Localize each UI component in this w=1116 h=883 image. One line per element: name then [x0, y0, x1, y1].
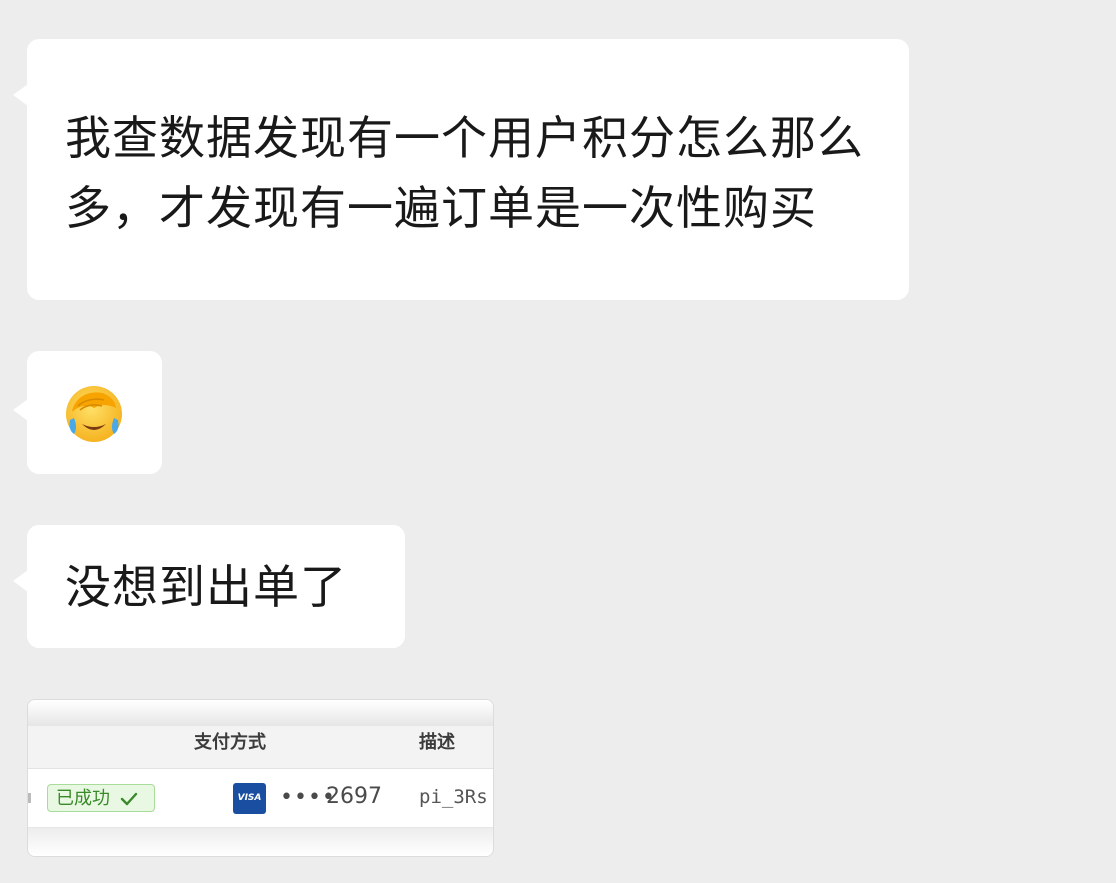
status-label: 已成功 — [56, 788, 110, 809]
row-edge-mark — [28, 793, 31, 803]
card-last-four: 2697 — [326, 784, 382, 809]
column-header-description: 描述 — [419, 732, 455, 753]
screenshot-top-edge — [28, 700, 493, 726]
message-text: 我查数据发现有一个用户积分怎么那么多，才发现有一遍订单是一次性购买 — [65, 111, 864, 235]
face-palm-crying-emoji-icon — [66, 386, 122, 442]
visa-card-icon: VISA — [233, 783, 266, 814]
chat-message-bubble[interactable]: 我查数据发现有一个用户积分怎么那么多，才发现有一遍订单是一次性购买 — [13, 39, 909, 300]
message-text: 没想到出单了 — [65, 560, 347, 614]
payment-screenshot-image[interactable]: 支付方式 描述 已成功 VISA •••• 2697 pi_3Rs — [27, 699, 494, 857]
screenshot-bottom-edge — [28, 828, 493, 856]
chat-message-bubble[interactable]: 没想到出单了 — [13, 525, 405, 648]
chat-emoji-bubble[interactable] — [13, 351, 162, 474]
status-badge: 已成功 — [47, 784, 155, 812]
table-row: 已成功 VISA •••• 2697 pi_3Rs — [28, 769, 493, 828]
checkmark-icon — [120, 792, 137, 806]
table-header-row: 支付方式 描述 — [28, 726, 493, 769]
column-header-payment-method: 支付方式 — [194, 732, 266, 753]
description-cell: pi_3Rs — [419, 786, 488, 808]
